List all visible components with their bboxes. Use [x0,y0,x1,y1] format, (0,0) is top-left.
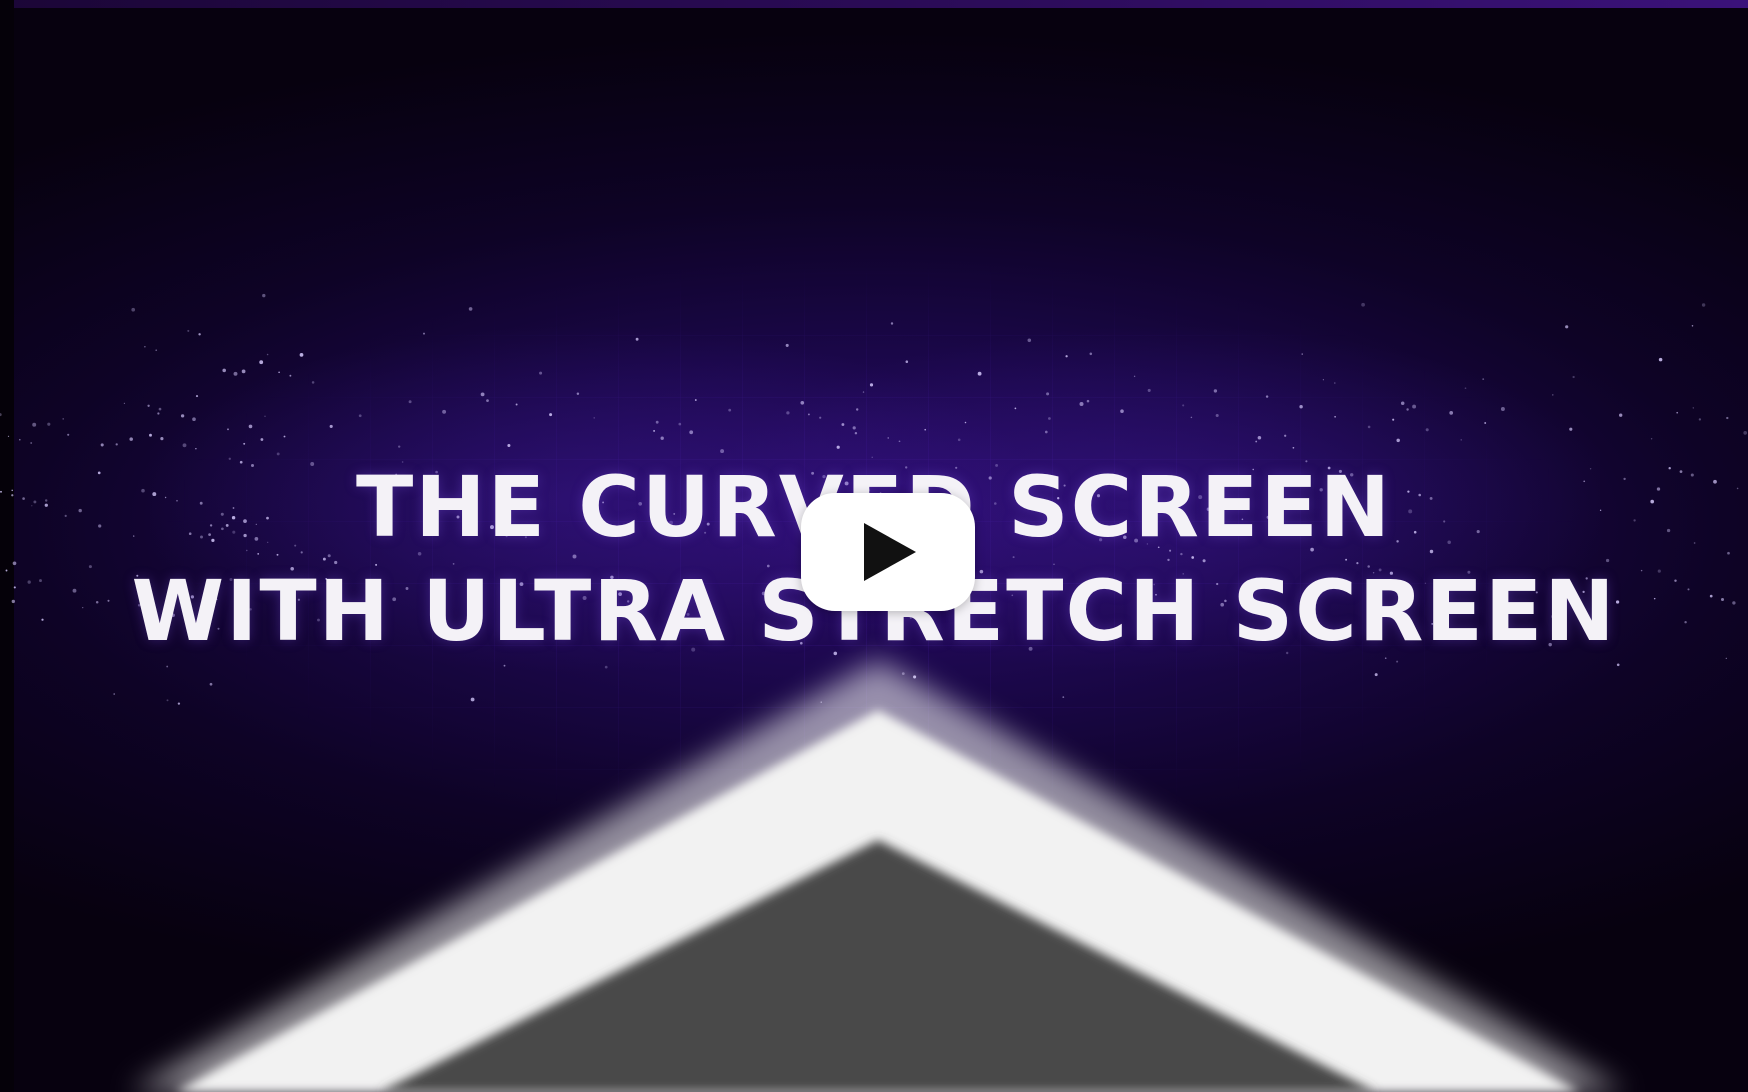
video-player[interactable]: THE CURVED SCREEN WITH ULTRA STRETCH SCR… [0,0,1748,1092]
play-button[interactable] [801,493,975,611]
play-icon[interactable] [864,523,916,581]
